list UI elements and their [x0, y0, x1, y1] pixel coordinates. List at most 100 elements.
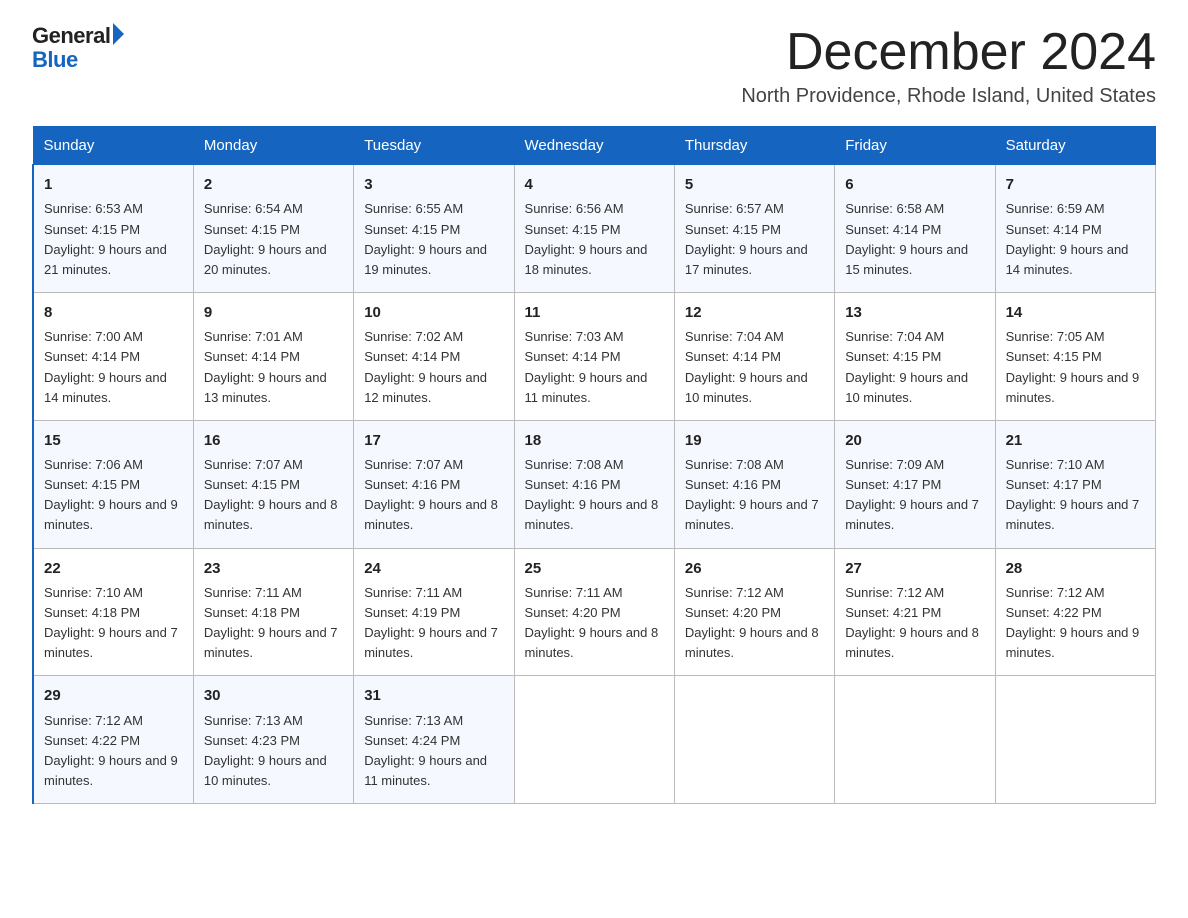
logo-general: General: [32, 24, 110, 48]
day-info: Sunrise: 7:12 AMSunset: 4:22 PMDaylight:…: [44, 711, 183, 792]
day-number: 4: [525, 173, 664, 196]
table-row: 9Sunrise: 7:01 AMSunset: 4:14 PMDaylight…: [193, 293, 353, 421]
day-number: 3: [364, 173, 503, 196]
day-info: Sunrise: 7:13 AMSunset: 4:23 PMDaylight:…: [204, 711, 343, 792]
day-number: 25: [525, 557, 664, 580]
day-number: 14: [1006, 301, 1145, 324]
header-saturday: Saturday: [995, 127, 1155, 165]
day-info: Sunrise: 6:56 AMSunset: 4:15 PMDaylight:…: [525, 199, 664, 280]
day-number: 11: [525, 301, 664, 324]
table-row: 7Sunrise: 6:59 AMSunset: 4:14 PMDaylight…: [995, 165, 1155, 293]
table-row: 18 Sunrise: 7:08 AMSunset: 4:16 PMDayligh…: [514, 420, 674, 548]
day-info: Sunrise: 7:12 AMSunset: 4:20 PMDaylight:…: [685, 583, 824, 664]
day-info: Sunrise: 7:12 AMSunset: 4:22 PMDaylight:…: [1006, 583, 1145, 664]
calendar-week-row: 22 Sunrise: 7:10 AMSunset: 4:18 PMDayligh…: [33, 548, 1156, 676]
page-header: General Blue December 2024 North Provide…: [32, 24, 1156, 108]
day-info: Sunrise: 7:10 AMSunset: 4:17 PMDaylight:…: [1006, 455, 1145, 536]
table-row: 6 Sunrise: 6:58 AMSunset: 4:14 PMDaylight…: [835, 165, 995, 293]
month-title: December 2024: [741, 24, 1156, 81]
table-row: 2 Sunrise: 6:54 AMSunset: 4:15 PMDaylight…: [193, 165, 353, 293]
day-number: 24: [364, 557, 503, 580]
table-row: 15Sunrise: 7:06 AMSunset: 4:15 PMDayligh…: [33, 420, 193, 548]
day-info: Sunrise: 7:11 AMSunset: 4:20 PMDaylight:…: [525, 583, 664, 664]
header-thursday: Thursday: [674, 127, 834, 165]
day-info: Sunrise: 7:04 AMSunset: 4:14 PMDaylight:…: [685, 327, 824, 408]
day-number: 22: [44, 557, 183, 580]
table-row: 27Sunrise: 7:12 AMSunset: 4:21 PMDayligh…: [835, 548, 995, 676]
day-number: 10: [364, 301, 503, 324]
table-row: 11Sunrise: 7:03 AMSunset: 4:14 PMDayligh…: [514, 293, 674, 421]
table-row: [674, 676, 834, 804]
day-info: Sunrise: 6:54 AMSunset: 4:15 PMDaylight:…: [204, 199, 343, 280]
day-info: Sunrise: 7:08 AMSunset: 4:16 PMDaylight:…: [685, 455, 824, 536]
day-info: Sunrise: 7:01 AMSunset: 4:14 PMDaylight:…: [204, 327, 343, 408]
day-number: 2: [204, 173, 343, 196]
table-row: 3 Sunrise: 6:55 AMSunset: 4:15 PMDaylight…: [354, 165, 514, 293]
day-info: Sunrise: 7:04 AMSunset: 4:15 PMDaylight:…: [845, 327, 984, 408]
table-row: 25 Sunrise: 7:11 AMSunset: 4:20 PMDayligh…: [514, 548, 674, 676]
table-row: 19 Sunrise: 7:08 AMSunset: 4:16 PMDayligh…: [674, 420, 834, 548]
day-info: Sunrise: 7:07 AMSunset: 4:15 PMDaylight:…: [204, 455, 343, 536]
day-info: Sunrise: 7:02 AMSunset: 4:14 PMDaylight:…: [364, 327, 503, 408]
table-row: 30 Sunrise: 7:13 AMSunset: 4:23 PMDayligh…: [193, 676, 353, 804]
day-number: 28: [1006, 557, 1145, 580]
day-info: Sunrise: 7:10 AMSunset: 4:18 PMDaylight:…: [44, 583, 183, 664]
day-number: 29: [44, 684, 183, 707]
table-row: [514, 676, 674, 804]
table-row: 10 Sunrise: 7:02 AMSunset: 4:14 PMDayligh…: [354, 293, 514, 421]
table-row: 31Sunrise: 7:13 AMSunset: 4:24 PMDayligh…: [354, 676, 514, 804]
table-row: 1Sunrise: 6:53 AMSunset: 4:15 PMDaylight…: [33, 165, 193, 293]
day-number: 20: [845, 429, 984, 452]
table-row: 21 Sunrise: 7:10 AMSunset: 4:17 PMDayligh…: [995, 420, 1155, 548]
title-area: December 2024 North Providence, Rhode Is…: [741, 24, 1156, 108]
day-number: 1: [44, 173, 183, 196]
table-row: 24 Sunrise: 7:11 AMSunset: 4:19 PMDayligh…: [354, 548, 514, 676]
day-number: 31: [364, 684, 503, 707]
table-row: [995, 676, 1155, 804]
table-row: 28 Sunrise: 7:12 AMSunset: 4:22 PMDayligh…: [995, 548, 1155, 676]
day-number: 21: [1006, 429, 1145, 452]
calendar-table: Sunday Monday Tuesday Wednesday Thursday…: [32, 126, 1156, 804]
day-info: Sunrise: 6:55 AMSunset: 4:15 PMDaylight:…: [364, 199, 503, 280]
table-row: 16 Sunrise: 7:07 AMSunset: 4:15 PMDayligh…: [193, 420, 353, 548]
header-tuesday: Tuesday: [354, 127, 514, 165]
day-info: Sunrise: 7:11 AMSunset: 4:18 PMDaylight:…: [204, 583, 343, 664]
day-number: 19: [685, 429, 824, 452]
day-info: Sunrise: 7:00 AMSunset: 4:14 PMDaylight:…: [44, 327, 183, 408]
logo: General Blue: [32, 24, 124, 72]
day-info: Sunrise: 7:08 AMSunset: 4:16 PMDaylight:…: [525, 455, 664, 536]
day-number: 27: [845, 557, 984, 580]
day-number: 26: [685, 557, 824, 580]
table-row: 12 Sunrise: 7:04 AMSunset: 4:14 PMDayligh…: [674, 293, 834, 421]
table-row: 13 Sunrise: 7:04 AMSunset: 4:15 PMDayligh…: [835, 293, 995, 421]
header-friday: Friday: [835, 127, 995, 165]
day-number: 5: [685, 173, 824, 196]
day-number: 16: [204, 429, 343, 452]
header-wednesday: Wednesday: [514, 127, 674, 165]
table-row: 8 Sunrise: 7:00 AMSunset: 4:14 PMDaylight…: [33, 293, 193, 421]
day-number: 23: [204, 557, 343, 580]
logo-arrow-icon: [113, 23, 124, 45]
day-number: 18: [525, 429, 664, 452]
day-number: 30: [204, 684, 343, 707]
calendar-week-row: 29 Sunrise: 7:12 AMSunset: 4:22 PMDayligh…: [33, 676, 1156, 804]
table-row: 17Sunrise: 7:07 AMSunset: 4:16 PMDayligh…: [354, 420, 514, 548]
day-number: 6: [845, 173, 984, 196]
day-info: Sunrise: 7:11 AMSunset: 4:19 PMDaylight:…: [364, 583, 503, 664]
day-info: Sunrise: 6:58 AMSunset: 4:14 PMDaylight:…: [845, 199, 984, 280]
table-row: 22 Sunrise: 7:10 AMSunset: 4:18 PMDayligh…: [33, 548, 193, 676]
day-number: 13: [845, 301, 984, 324]
logo-blue: Blue: [32, 48, 124, 72]
day-number: 15: [44, 429, 183, 452]
calendar-week-row: 1Sunrise: 6:53 AMSunset: 4:15 PMDaylight…: [33, 165, 1156, 293]
day-number: 12: [685, 301, 824, 324]
header-sunday: Sunday: [33, 127, 193, 165]
header-monday: Monday: [193, 127, 353, 165]
table-row: 23 Sunrise: 7:11 AMSunset: 4:18 PMDayligh…: [193, 548, 353, 676]
day-info: Sunrise: 6:59 AMSunset: 4:14 PMDaylight:…: [1006, 199, 1145, 280]
table-row: 26 Sunrise: 7:12 AMSunset: 4:20 PMDayligh…: [674, 548, 834, 676]
day-number: 8: [44, 301, 183, 324]
calendar-week-row: 15Sunrise: 7:06 AMSunset: 4:15 PMDayligh…: [33, 420, 1156, 548]
day-info: Sunrise: 7:09 AMSunset: 4:17 PMDaylight:…: [845, 455, 984, 536]
day-number: 17: [364, 429, 503, 452]
